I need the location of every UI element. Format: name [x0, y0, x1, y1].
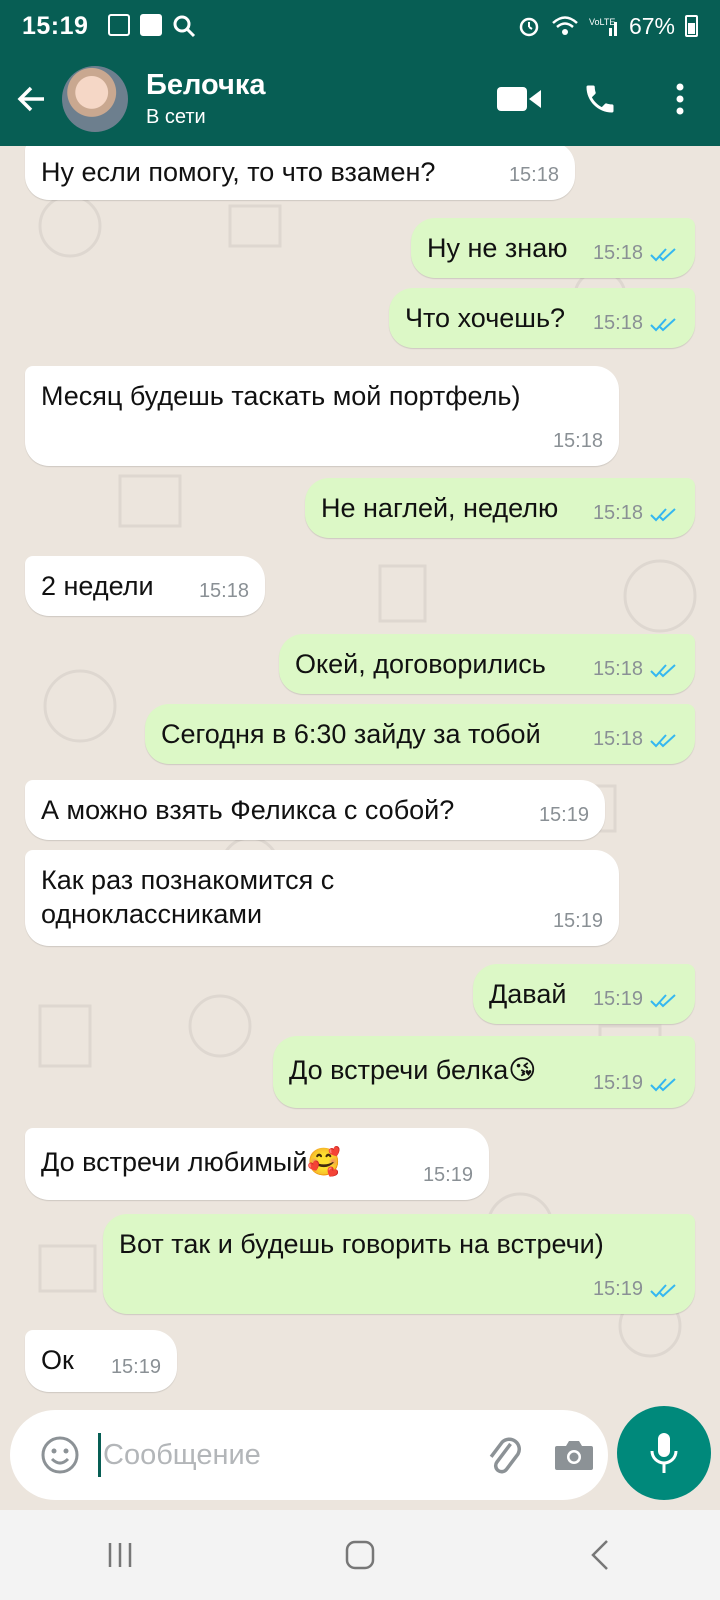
- camera-icon: [555, 1441, 593, 1470]
- message-time: 15:19: [422, 1164, 473, 1186]
- message-input[interactable]: [98, 1433, 458, 1477]
- contact-presence: В сети: [146, 106, 206, 128]
- chevron-left-icon: [591, 1540, 608, 1570]
- more-vertical-icon: [676, 83, 684, 115]
- message-incoming[interactable]: А можно взять Феликса с собой? 15:19: [25, 780, 605, 840]
- message-outgoing[interactable]: Ну не знаю 15:18: [411, 218, 695, 278]
- message-composer: [10, 1410, 608, 1500]
- message-outgoing[interactable]: Вот так и будешь говорить на встречи) 15…: [103, 1214, 695, 1314]
- message-time: 15:18: [592, 728, 643, 750]
- message-list[interactable]: Ну если помогу, то что взамен? 15:18 Ну …: [0, 146, 720, 1400]
- top-bar: 15:19 VoLTE 67% Белочка В сети: [0, 0, 720, 146]
- message-incoming[interactable]: Ок 15:19: [25, 1330, 177, 1392]
- signal-icon: VoLTE: [589, 17, 617, 36]
- read-ticks-icon: [650, 1283, 676, 1297]
- alarm-icon: [519, 17, 539, 37]
- message-time: 15:18: [198, 580, 249, 602]
- home-button[interactable]: [305, 1520, 415, 1590]
- back-button[interactable]: [0, 67, 64, 131]
- read-ticks-icon: [650, 317, 676, 331]
- contact-avatar[interactable]: [62, 66, 128, 132]
- message-time: 15:18: [592, 312, 643, 334]
- message-incoming[interactable]: До встречи любимый🥰 15:19: [25, 1128, 489, 1200]
- video-camera-icon: [497, 87, 541, 111]
- message-outgoing[interactable]: Давай 15:19: [473, 964, 695, 1024]
- gallery-notification-icon: [108, 14, 131, 36]
- recent-apps-button[interactable]: [65, 1520, 175, 1590]
- home-icon: [345, 1540, 375, 1570]
- message-time: 15:18: [592, 502, 643, 524]
- recent-apps-icon: [108, 1543, 132, 1567]
- message-time: 15:18: [592, 658, 643, 680]
- message-incoming[interactable]: Как раз познакомится с одноклассниками 1…: [25, 850, 619, 946]
- message-outgoing[interactable]: Окей, договорились 15:18: [279, 634, 695, 694]
- attach-button[interactable]: [474, 1425, 534, 1485]
- read-ticks-icon: [650, 1077, 676, 1091]
- message-time: 15:19: [110, 1356, 161, 1378]
- message-outgoing[interactable]: Не наглей, неделю 15:18: [305, 478, 695, 538]
- system-navigation-bar: [0, 1510, 720, 1600]
- wifi-icon: [552, 16, 578, 35]
- read-ticks-icon: [650, 993, 676, 1007]
- more-options-button[interactable]: [640, 67, 720, 131]
- back-nav-button[interactable]: [545, 1520, 655, 1590]
- voice-call-button[interactable]: [560, 67, 640, 131]
- emoji-icon: [41, 1436, 79, 1474]
- message-time: 15:19: [592, 1278, 643, 1300]
- read-ticks-icon: [650, 507, 676, 521]
- contact-name: Белочка: [146, 69, 266, 101]
- status-time: 15:19: [22, 11, 89, 40]
- read-ticks-icon: [650, 247, 676, 261]
- phone-icon: [586, 85, 614, 113]
- status-bar: 15:19 VoLTE 67%: [0, 0, 720, 52]
- voice-message-button[interactable]: [617, 1406, 711, 1500]
- message-time: 15:18: [552, 430, 603, 452]
- message-time: 15:18: [592, 242, 643, 264]
- paperclip-icon: [489, 1437, 521, 1474]
- message-time: 15:19: [592, 988, 643, 1010]
- microphone-icon: [650, 1433, 678, 1473]
- svg-text:VoLTE: VoLTE: [589, 17, 615, 27]
- read-ticks-icon: [650, 733, 676, 747]
- message-outgoing[interactable]: Что хочешь? 15:18: [389, 288, 695, 348]
- search-notification-icon: [173, 15, 196, 38]
- arrow-left-icon: [17, 86, 44, 112]
- message-incoming[interactable]: Месяц будешь таскать мой портфель) 15:18: [25, 366, 619, 466]
- message-outgoing[interactable]: Сегодня в 6:30 зайду за тобой 15:18: [145, 704, 695, 764]
- battery-icon: [685, 15, 698, 37]
- message-outgoing[interactable]: До встречи белка😘 15:19: [273, 1036, 695, 1108]
- emoji-button[interactable]: [22, 1417, 98, 1493]
- message-incoming[interactable]: 2 недели 15:18: [25, 556, 265, 616]
- camera-button[interactable]: [544, 1425, 604, 1485]
- chat-header: Белочка В сети: [0, 52, 720, 146]
- message-time: 15:19: [538, 804, 589, 826]
- message-time: 15:18: [508, 164, 559, 186]
- read-ticks-icon: [650, 663, 676, 677]
- contact-info[interactable]: Белочка В сети: [146, 69, 265, 129]
- battery-percent: 67%: [628, 12, 675, 39]
- message-time: 15:19: [552, 910, 603, 932]
- message-time: 15:19: [592, 1072, 643, 1094]
- message-incoming[interactable]: Ну если помогу, то что взамен? 15:18: [25, 146, 575, 200]
- check-notification-icon: [140, 14, 163, 36]
- video-call-button[interactable]: [480, 67, 560, 131]
